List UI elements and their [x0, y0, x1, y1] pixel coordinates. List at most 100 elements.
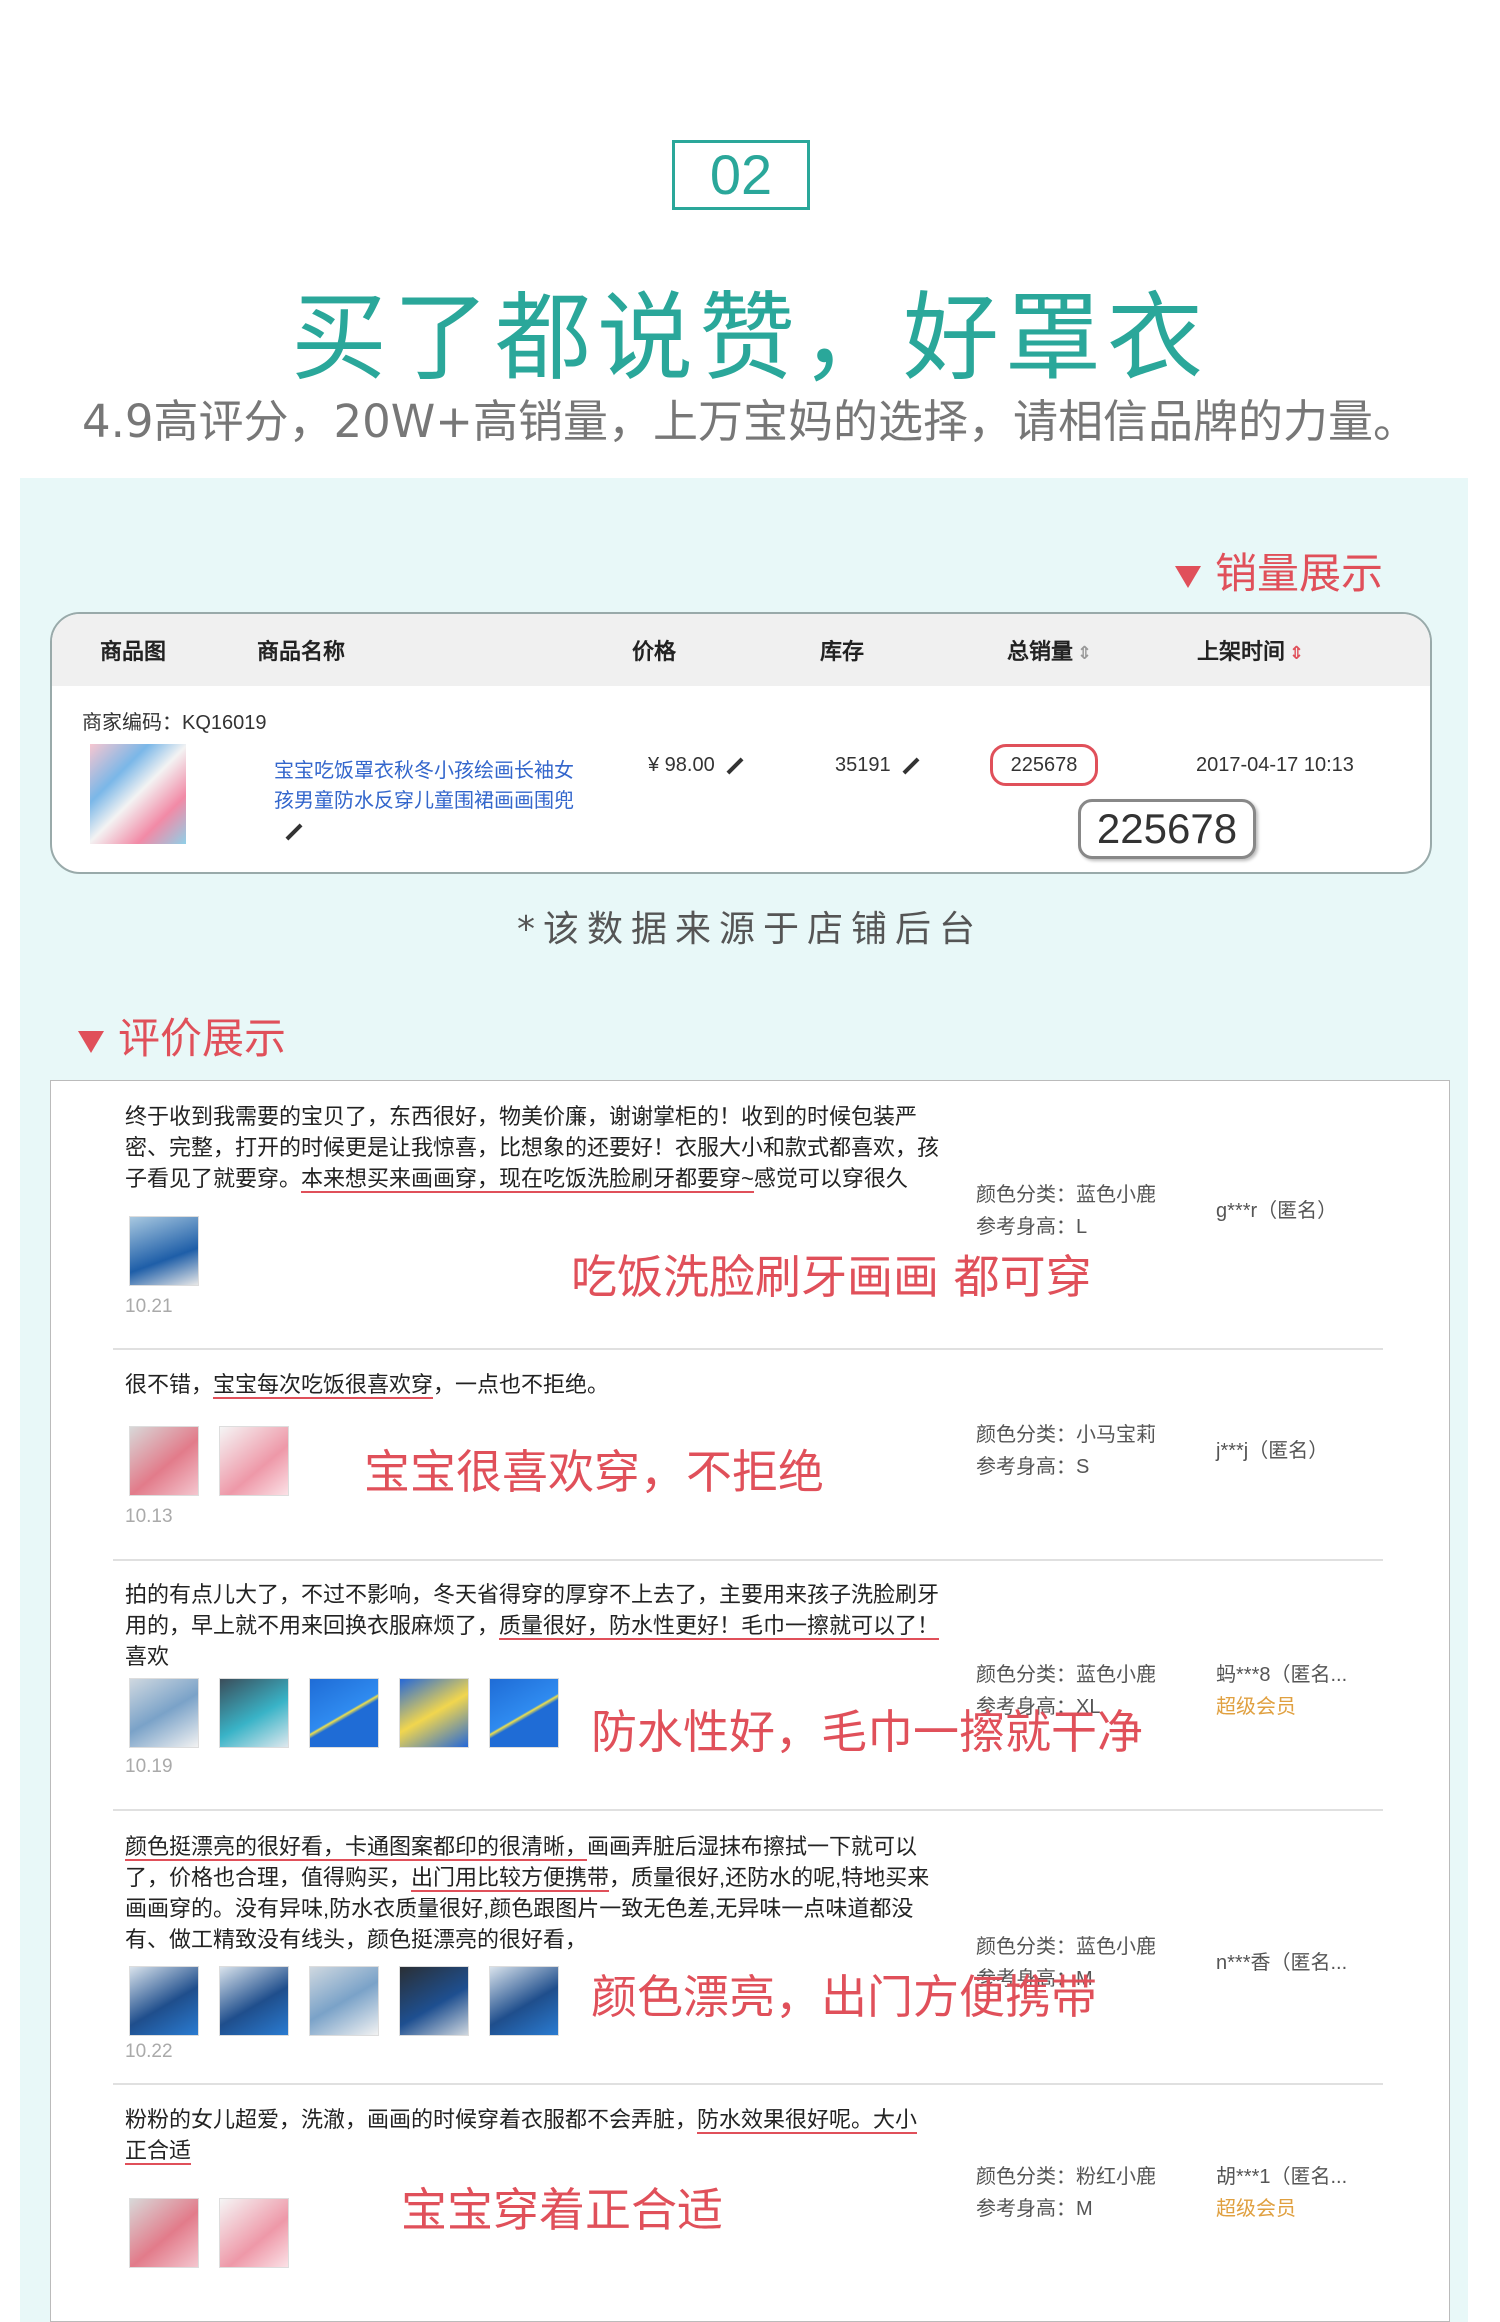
pencil-icon[interactable] [285, 823, 303, 841]
price-cell: ¥ 98.00 [648, 754, 745, 777]
col-header-list-time[interactable]: 上架时间 ⇕ [1197, 634, 1304, 666]
reviewer-name: g***r（匿名） [1216, 1200, 1338, 1222]
review-text-part: 很不错， [125, 1372, 214, 1397]
reviews-section-heading: 评价展示 [78, 1005, 286, 1066]
reviewer-info: 胡***1（匿名... 超级会员 [1216, 2161, 1347, 2225]
review-photo[interactable] [489, 1966, 559, 2036]
divider [113, 2083, 1383, 2085]
pencil-icon[interactable] [726, 757, 744, 775]
review-date: 10.13 [125, 1506, 173, 1527]
price-value: ¥ 98.00 [648, 754, 715, 776]
color-category: 颜色分类：蓝色小鹿 [976, 1936, 1156, 1958]
review-photo[interactable] [129, 1678, 199, 1748]
col-header-image: 商品图 [100, 639, 167, 664]
page-subtitle: 4.9高评分，20W+高销量，上万宝妈的选择，请相信品牌的力量。 [81, 395, 1419, 448]
data-source-note: *该数据来源于店铺后台 [516, 909, 983, 950]
review-photo[interactable] [129, 2198, 199, 2268]
review-text-highlight: 颜色挺漂亮的很好看，卡通图案都印的很清晰， [125, 1834, 588, 1861]
review-text-part: ，一点也不拒绝。 [433, 1372, 610, 1397]
review-date: 10.21 [125, 1296, 173, 1317]
color-category: 颜色分类：小马宝莉 [976, 1424, 1156, 1446]
col-header-stock: 库存 [820, 639, 865, 664]
review-meta: 颜色分类：小马宝莉 参考身高：S [976, 1419, 1156, 1483]
col-header-total-sales[interactable]: 总销量 ⇕ [1007, 634, 1092, 666]
review-callout: 防水性好，毛巾一擦就干净 [591, 1705, 1143, 1759]
review-photo[interactable] [129, 1966, 199, 2036]
table-header: 商品图 商品名称 价格 库存 总销量 ⇕ 上架时间 ⇕ [52, 614, 1430, 686]
col-header-price: 价格 [632, 639, 677, 664]
reviews-heading-text: 评价展示 [118, 1014, 287, 1063]
review-photo[interactable] [309, 1966, 379, 2036]
product-name-line: 宝宝吃饭罩衣秋冬小孩绘画长袖女 [274, 760, 574, 782]
review-photo[interactable] [399, 1678, 469, 1748]
review-text-highlight: 质量很好，防水性更好！毛巾一擦就可以了！ [499, 1613, 940, 1640]
stock-value: 35191 [835, 754, 891, 776]
reviewer-name: n***香（匿名... [1216, 1952, 1348, 1974]
review-text: 拍的有点儿大了，不过不影响，冬天省得穿的厚穿不上去了，主要用来孩子洗脸刷牙用的，… [125, 1579, 945, 1672]
col-header-total-sales-label: 总销量 [1007, 639, 1074, 664]
total-sales-value: 225678 [990, 744, 1098, 786]
review-date: 10.19 [125, 1756, 173, 1777]
review-photo[interactable] [129, 1426, 199, 1496]
reviewer-info: 蚂***8（匿名... 超级会员 [1216, 1659, 1347, 1723]
list-time-value: 2017-04-17 10:13 [1196, 754, 1354, 776]
vip-badge: 超级会员 [1216, 2198, 1296, 2220]
product-thumbnail[interactable] [90, 744, 186, 844]
review-text-part: 喜欢 [125, 1644, 170, 1669]
col-header-list-time-label: 上架时间 [1197, 639, 1286, 664]
sales-heading-text: 销量展示 [1215, 549, 1384, 598]
color-category: 颜色分类：蓝色小鹿 [976, 1664, 1156, 1686]
page-title: 买了都说赞，好罩衣 [291, 282, 1209, 394]
review-date: 10.22 [125, 2041, 173, 2062]
divider [113, 1559, 1383, 1561]
color-category: 颜色分类：蓝色小鹿 [976, 1184, 1156, 1206]
review-text: 颜色挺漂亮的很好看，卡通图案都印的很清晰，画画弄脏后湿抹布擦拭一下就可以了，价格… [125, 1831, 945, 1955]
reference-height: 参考身高：S [976, 1456, 1090, 1478]
review-photo[interactable] [219, 2198, 289, 2268]
review-photo[interactable] [309, 1678, 379, 1748]
reference-height: 参考身高：L [976, 1216, 1088, 1238]
product-name-link[interactable]: 宝宝吃饭罩衣秋冬小孩绘画长袖女 孩男童防水反穿儿童围裙画画围兜 [274, 756, 574, 846]
sales-table: 商品图 商品名称 价格 库存 总销量 ⇕ 上架时间 ⇕ 商家编码：KQ16019 宝… [50, 612, 1432, 874]
review-callout: 宝宝穿着正合适 [401, 2183, 723, 2237]
review-meta: 颜色分类：蓝色小鹿 参考身高：L [976, 1179, 1156, 1243]
review-photo[interactable] [219, 1426, 289, 1496]
vip-badge: 超级会员 [1216, 1696, 1296, 1718]
reference-height: 参考身高：M [976, 2198, 1093, 2220]
review-text-part: 感觉可以穿很久 [753, 1166, 908, 1191]
review-text: 粉粉的女儿超爱，洗澈，画画的时候穿着衣服都不会弄脏，防水效果很好呢。大小正合适 [125, 2104, 925, 2166]
sort-icon: ⇕ [1289, 643, 1305, 663]
divider [113, 1348, 1383, 1350]
merchant-code: 商家编码：KQ16019 [82, 712, 267, 734]
review-photo[interactable] [129, 1216, 199, 1286]
review-text-highlight: 宝宝每次吃饭很喜欢穿 [213, 1372, 434, 1399]
triangle-down-icon [1175, 565, 1201, 588]
review-text: 很不错，宝宝每次吃饭很喜欢穿，一点也不拒绝。 [125, 1369, 945, 1400]
review-photo[interactable] [219, 1966, 289, 2036]
review-text-highlight: 本来想买来画画穿，现在吃饭洗脸刷牙都要穿~ [301, 1166, 754, 1193]
total-sales-zoom: 225678 [1078, 799, 1256, 859]
triangle-down-icon [78, 1030, 104, 1053]
review-callout: 颜色漂亮，出门方便携带 [591, 1970, 1097, 2024]
divider [113, 1809, 1383, 1811]
review-text-part: 粉粉的女儿超爱，洗澈，画画的时候穿着衣服都不会弄脏， [125, 2107, 698, 2132]
review-text-highlight: 出门用比较方便携带 [411, 1865, 610, 1892]
reviewer-name: j***j（匿名） [1216, 1440, 1329, 1462]
reviewer-name: 胡***1（匿名... [1216, 2166, 1348, 2188]
color-category: 颜色分类：粉红小鹿 [976, 2166, 1156, 2188]
review-text: 终于收到我需要的宝贝了，东西很好，物美价廉，谢谢掌柜的！收到的时候包装严密、完整… [125, 1101, 945, 1194]
review-photo[interactable] [489, 1678, 559, 1748]
review-meta: 颜色分类：粉红小鹿 参考身高：M [976, 2161, 1156, 2225]
section-number-badge: 02 [672, 140, 810, 210]
sort-icon: ⇕ [1077, 643, 1093, 663]
product-name-line: 孩男童防水反穿儿童围裙画画围兜 [274, 790, 574, 812]
reviewer-name: 蚂***8（匿名... [1216, 1664, 1348, 1686]
sales-section-heading: 销量展示 [1175, 540, 1383, 601]
col-header-name: 商品名称 [257, 639, 346, 664]
stock-cell: 35191 [835, 754, 921, 777]
review-photo[interactable] [399, 1966, 469, 2036]
review-photo[interactable] [219, 1678, 289, 1748]
review-callout: 宝宝很喜欢穿，不拒绝 [364, 1445, 824, 1499]
review-callout: 吃饭洗脸刷牙画画 都可穿 [571, 1250, 1092, 1304]
pencil-icon[interactable] [902, 757, 920, 775]
